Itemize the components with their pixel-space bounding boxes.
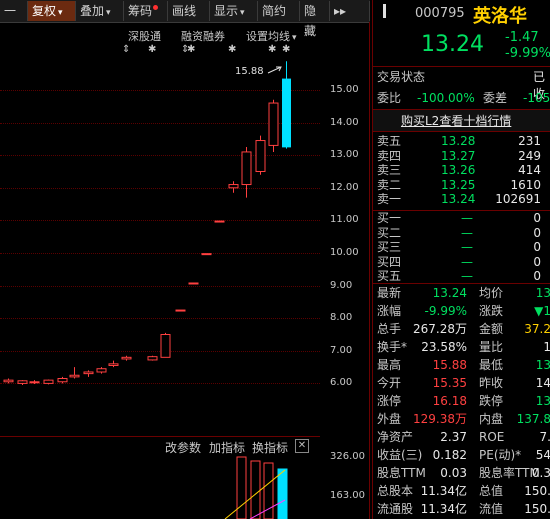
stat-row: 最高 15.88 最低 13: [377, 358, 550, 372]
stat-row: 涨幅 -9.99% 涨跌 ▼1: [377, 304, 550, 318]
price-tick-label: 9.00: [330, 279, 353, 291]
stat-row: 股息TTM 0.03 股息率TTM 0.3: [377, 466, 550, 480]
volume-bar[interactable]: [250, 460, 261, 519]
sub-tick-mid: 163.00: [330, 490, 365, 501]
price-tick-label: 6.00: [330, 377, 353, 389]
price-tick-label: 10.00: [330, 247, 359, 258]
divider: [373, 66, 550, 67]
toolbar-item-8[interactable]: ▸▸: [330, 1, 370, 21]
order-ratio-row: 委比 -100.00% 委差 -105: [377, 91, 550, 105]
stat-row: 总股本 11.34亿 总值 150.: [377, 484, 550, 498]
price-tick-label: 14.00: [330, 116, 359, 128]
trade-status-row: 交易状态 已收: [377, 70, 546, 101]
stat-row: 外盘 129.38万 内盘 137.8: [377, 412, 550, 426]
price-tick-label: 7.00: [330, 344, 353, 356]
price-change: -1.47: [505, 30, 539, 45]
price-tick-label: 11.00: [330, 214, 359, 226]
divider: [373, 283, 550, 284]
price-tick-label: 13.00: [330, 149, 359, 161]
stat-row: 总手 267.28万 金额 37.2: [377, 322, 550, 336]
buy-l2-link[interactable]: 购买L2查看十档行情: [401, 112, 511, 129]
volume-bar[interactable]: [277, 468, 288, 519]
kline-chart-panel[interactable]: 一复权 ▾ 叠加 ▾ 筹码 画线 显示 ▾ 简约 隐藏 ▸▸ 深股通 融资融券 设置均线 ▾ ⇕ ✱ ⇕ ✱…: [0, 0, 370, 519]
stat-row: 净资产 2.37 ROE 7.: [377, 430, 550, 444]
panel-divider: [369, 22, 370, 519]
stat-row: 换手* 23.58% 量比 1: [377, 340, 550, 354]
price-tick-label: 8.00: [330, 312, 353, 324]
stat-row: 涨停 16.18 跌停 13: [377, 394, 550, 408]
volume-bar[interactable]: [236, 456, 247, 519]
stat-row: 最新 13.24 均价 13: [377, 286, 550, 300]
stat-row: 收益(三) 0.182 PE(动)* 54: [377, 448, 550, 462]
divider: [373, 131, 550, 132]
menu-icon[interactable]: [379, 4, 391, 18]
quote-panel: 000795 英洛华 13.24 -1.47 -9.99% 交易状态 已收 委比…: [372, 0, 550, 519]
last-price: 13.24: [421, 32, 484, 57]
price-tick-label: 12.00: [330, 181, 359, 193]
sub-tick-high: 326.00: [330, 451, 365, 462]
stat-row: 流通股 11.34亿 流值 150.: [377, 502, 550, 516]
stock-code: 000795: [415, 6, 465, 21]
stat-row: 今开 15.35 昨收 14: [377, 376, 550, 390]
l2-upgrade-bar: 购买L2查看十档行情: [373, 110, 550, 131]
price-change-percent: -9.99%: [505, 46, 550, 61]
price-tick-label: 15.00: [330, 84, 359, 95]
ask-row[interactable]: 卖一 13.24 102691: [373, 191, 550, 208]
volume-chart[interactable]: [0, 0, 330, 519]
stock-name: 英洛华: [473, 6, 527, 27]
